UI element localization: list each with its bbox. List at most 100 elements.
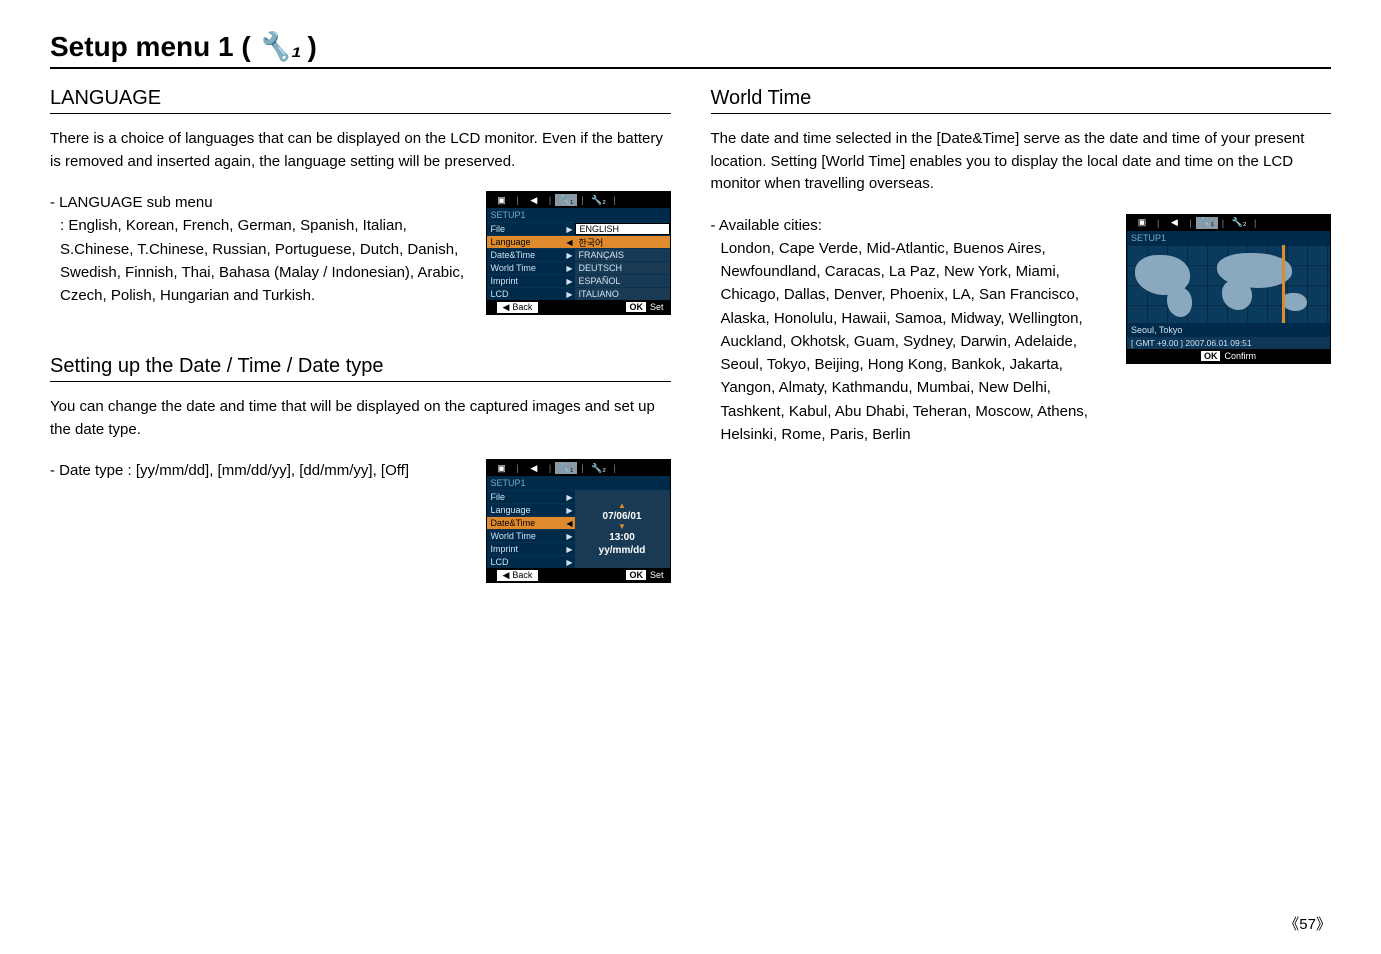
caret-right-icon: ▶ [565, 556, 575, 568]
menu-item-value: ITALIANO [575, 288, 670, 300]
menu-item-label: LCD [487, 288, 565, 300]
down-arrow-icon: ▼ [618, 524, 626, 530]
caret-right-icon: ▶ [565, 530, 575, 542]
back-button[interactable]: ◀ Back [497, 302, 539, 313]
date-value: 07/06/01 [603, 511, 642, 522]
menu-title: SETUP1 [1127, 231, 1330, 245]
caret-right-icon: ▶ [565, 275, 575, 287]
caret-right-icon: ▶ [565, 223, 575, 235]
page-number: 《57》 [1284, 913, 1331, 934]
heading-datetime: Setting up the Date / Time / Date type [50, 355, 671, 382]
caret-right-icon: ▶ [565, 491, 575, 503]
menu-row[interactable]: World Time▶ [487, 529, 575, 542]
menu-row[interactable]: LCD▶ITALIANO [487, 287, 670, 300]
title-prefix: Setup menu 1 ( [50, 31, 251, 63]
caret-right-icon: ▶ [565, 249, 575, 261]
caret-right-icon: ▶ [565, 288, 575, 300]
caret-right-icon: ▶ [565, 262, 575, 274]
menu-row[interactable]: Language▶ [487, 503, 575, 516]
setup2-tab-icon: 🔧₂ [588, 194, 610, 206]
menu-item-value: 한국어 [575, 236, 670, 248]
menu-row[interactable]: World Time▶DEUTSCH [487, 261, 670, 274]
ok-button[interactable]: OK [1201, 351, 1221, 361]
back-label: Back [512, 302, 532, 312]
language-sub-body: : English, Korean, French, German, Spani… [50, 214, 466, 307]
format-value: yy/mm/dd [599, 545, 646, 556]
video-tab-icon: ◀ [1163, 217, 1185, 229]
menu-row[interactable]: Date&Time▶FRANÇAIS [487, 248, 670, 261]
language-sub-title: - LANGUAGE sub menu [50, 194, 213, 211]
right-column: World Time The date and time selected in… [711, 87, 1332, 583]
datetime-value-pane: ▲ 07/06/01 ▼ 13:00 yy/mm/dd [575, 490, 670, 568]
title-suffix: ) [307, 31, 316, 63]
menu-item-label: Language [487, 236, 565, 248]
cities-list: London, Cape Verde, Mid-Atlantic, Buenos… [711, 237, 1107, 446]
menu-title: SETUP1 [487, 476, 670, 490]
menu-row[interactable]: Date&Time◀ [487, 516, 575, 529]
cities-sub: - Available cities: London, Cape Verde, … [711, 214, 1107, 447]
worldtime-body: The date and time selected in the [Date&… [711, 128, 1332, 196]
menu-item-value: FRANÇAIS [575, 249, 670, 261]
set-label: Set [650, 302, 664, 312]
datetype-sub-body: [yy/mm/dd], [mm/dd/yy], [dd/mm/yy], [Off… [136, 462, 409, 479]
menu-row[interactable]: Imprint▶ [487, 542, 575, 555]
setup2-tab-icon: 🔧₂ [1228, 217, 1250, 229]
menu-language-screenshot: ▣ | ◀ | 🔧₁ | 🔧₂ | SETUP1 File▶ENGLISHLan… [486, 191, 671, 315]
menu-item-label: File [487, 491, 565, 503]
ok-button[interactable]: OK [626, 302, 646, 312]
menu-row[interactable]: File▶ [487, 490, 575, 503]
world-footer: OK Confirm [1127, 349, 1330, 363]
menu-tabs: ▣ | ◀ | 🔧₁ | 🔧₂ | [487, 460, 670, 476]
datetype-sub-title: - Date type : [50, 462, 132, 479]
menu-item-value: ESPAÑOL [575, 275, 670, 287]
left-column: LANGUAGE There is a choice of languages … [50, 87, 671, 583]
menu-item-label: Imprint [487, 275, 565, 287]
caret-right-icon: ◀ [565, 517, 575, 529]
menu-item-label: Date&Time [487, 249, 565, 261]
menu-row[interactable]: Language◀한국어 [487, 235, 670, 248]
datetime-body: You can change the date and time that wi… [50, 396, 671, 441]
video-tab-icon: ◀ [523, 462, 545, 474]
ok-button[interactable]: OK [626, 570, 646, 580]
set-label: Set [650, 570, 664, 580]
back-label: Back [512, 570, 532, 580]
menu-item-label: Language [487, 504, 565, 516]
menu-row[interactable]: Imprint▶ESPAÑOL [487, 274, 670, 287]
left-arrow-icon: ◀ [503, 570, 510, 581]
back-button[interactable]: ◀ Back [497, 570, 539, 581]
world-map[interactable] [1127, 245, 1330, 323]
cities-sub-title: - Available cities: [711, 217, 822, 234]
menu-item-label: Imprint [487, 543, 565, 555]
menu-item-value: DEUTSCH [575, 262, 670, 274]
menu-item-value: ENGLISH [575, 223, 670, 235]
world-city: Seoul, Tokyo [1127, 323, 1330, 337]
time-value: 13:00 [609, 532, 635, 543]
caret-right-icon: ◀ [565, 236, 575, 248]
language-sub: - LANGUAGE sub menu : English, Korean, F… [50, 191, 466, 307]
datetype-sub: - Date type : [yy/mm/dd], [mm/dd/yy], [d… [50, 459, 466, 482]
menu-item-label: World Time [487, 262, 565, 274]
menu-item-label: World Time [487, 530, 565, 542]
setup1-icon: 🔧₁ [257, 30, 302, 63]
language-body: There is a choice of languages that can … [50, 128, 671, 173]
menu-row[interactable]: File▶ENGLISH [487, 222, 670, 235]
setup2-tab-icon: 🔧₂ [588, 462, 610, 474]
caret-right-icon: ▶ [565, 504, 575, 516]
menu-item-label: LCD [487, 556, 565, 568]
menu-datetime-screenshot: ▣ | ◀ | 🔧₁ | 🔧₂ | SETUP1 File▶Language▶D… [486, 459, 671, 583]
menu-item-label: Date&Time [487, 517, 565, 529]
world-gmt: [ GMT +9.00 ] 2007.06.01 09:51 [1127, 337, 1330, 349]
menu-title: SETUP1 [487, 208, 670, 222]
menu-worldtime-screenshot: ▣ | ◀ | 🔧₁ | 🔧₂ | SETUP1 [1126, 214, 1331, 364]
left-arrow-icon: ◀ [503, 302, 510, 313]
heading-language: LANGUAGE [50, 87, 671, 114]
menu-tabs: ▣ | ◀ | 🔧₁ | 🔧₂ | [487, 192, 670, 208]
page-title: Setup menu 1 ( 🔧₁ ) [50, 30, 1331, 69]
confirm-label: Confirm [1224, 351, 1256, 361]
camera-tab-icon: ▣ [491, 462, 513, 474]
setup1-tab-icon: 🔧₁ [555, 194, 577, 206]
heading-worldtime: World Time [711, 87, 1332, 114]
caret-right-icon: ▶ [565, 543, 575, 555]
setup1-tab-icon: 🔧₁ [1196, 217, 1218, 229]
menu-row[interactable]: LCD▶ [487, 555, 575, 568]
